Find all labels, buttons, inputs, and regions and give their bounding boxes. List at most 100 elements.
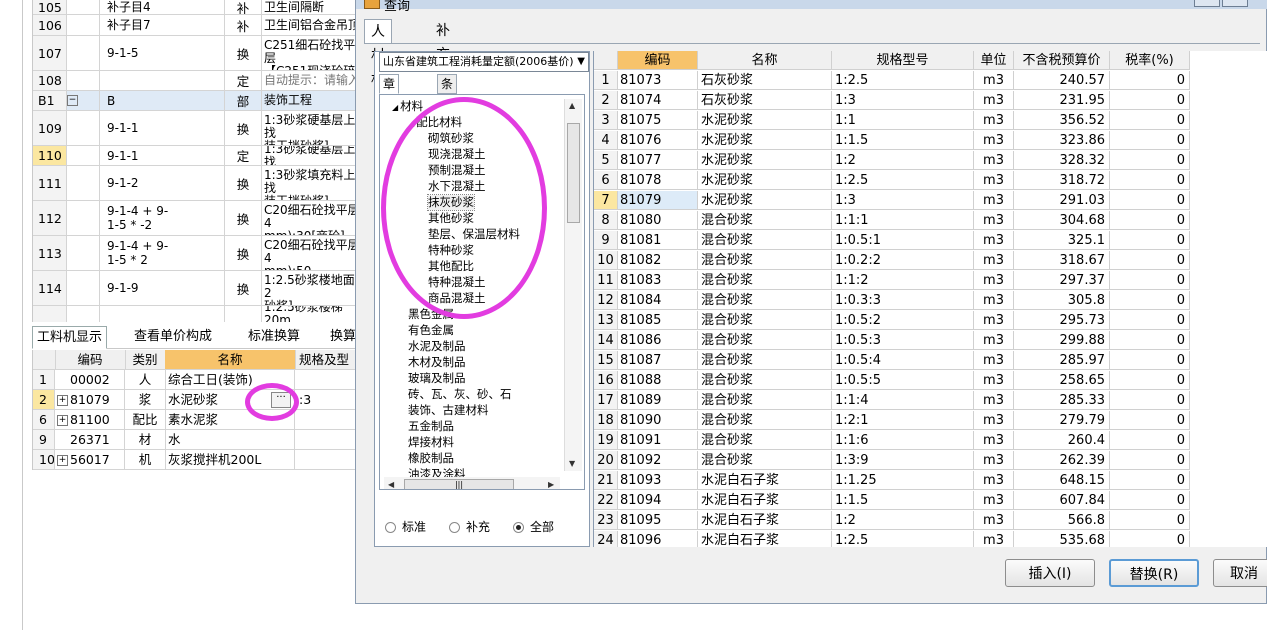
scroll-up-icon[interactable]: ▲ bbox=[569, 101, 575, 110]
budget-row[interactable]: 112 9-1-4 + 9- 1-5 * -2换C20细石砼找平层4 mm):30… bbox=[33, 201, 363, 236]
material-row[interactable]: 12 81084 混合砂浆 1:0.3:3 m3 305.8 0 bbox=[594, 291, 1267, 311]
material-row[interactable]: 11 81083 混合砂浆 1:1:2 m3 297.37 0 bbox=[594, 271, 1267, 291]
material-row[interactable]: 8 81080 混合砂浆 1:1:1 m3 304.68 0 bbox=[594, 211, 1267, 231]
tree-node[interactable]: 木材及制品 bbox=[408, 355, 466, 370]
budget-row[interactable]: 107 9-1-5换C251细石砼找平层 【C251现浇砼碎石 bbox=[33, 36, 363, 71]
material-row[interactable]: 23 81095 水泥白石子浆 1:2 m3 566.8 0 bbox=[594, 511, 1267, 531]
col-header-code[interactable]: 编码 bbox=[55, 350, 126, 369]
radio-supplementary[interactable]: 补充 bbox=[449, 518, 490, 535]
tab-chapter-query[interactable]: 章节查询 bbox=[379, 74, 400, 145]
tree-node[interactable]: 有色金属 bbox=[408, 323, 454, 338]
col-header-unit[interactable]: 单位 bbox=[974, 51, 1014, 70]
minimize-button[interactable] bbox=[1194, 0, 1220, 7]
scroll-left-icon[interactable]: ◀ bbox=[388, 480, 394, 489]
budget-row[interactable]: 105 补子目4 补卫生间隔断 bbox=[33, 0, 363, 15]
material-row[interactable]: 17 81089 混合砂浆 1:1:4 m3 285.33 0 bbox=[594, 391, 1267, 411]
col-header-name[interactable]: 名称 bbox=[165, 350, 296, 369]
col-header-spec[interactable]: 规格型号 bbox=[832, 51, 974, 70]
expand-icon[interactable]: + bbox=[57, 395, 68, 406]
tree-node[interactable]: 预制混凝土 bbox=[428, 163, 486, 178]
budget-row[interactable]: 114 9-1-9换1:2.5砂浆楼地面2 砂浆] bbox=[33, 271, 363, 306]
tree-node[interactable]: 现浇混凝土 bbox=[428, 147, 486, 162]
tree-node[interactable]: 抹灰砂浆 bbox=[427, 194, 475, 211]
material-row[interactable]: 15 81087 混合砂浆 1:0.5:4 m3 285.97 0 bbox=[594, 351, 1267, 371]
material-row[interactable]: 19 81091 混合砂浆 1:1:6 m3 260.4 0 bbox=[594, 431, 1267, 451]
tab-condition-query[interactable]: 条件查询 bbox=[437, 74, 458, 145]
tree-vertical-scrollbar[interactable]: ▲ ▼ bbox=[564, 99, 582, 471]
radio-standard[interactable]: 标准 bbox=[385, 518, 426, 535]
radio-all[interactable]: 全部 bbox=[513, 518, 554, 535]
col-header-name[interactable]: 名称 bbox=[698, 51, 832, 70]
material-row[interactable]: 5 81077 水泥砂浆 1:2 m3 328.32 0 bbox=[594, 151, 1267, 171]
material-row[interactable]: 24 81096 水泥白石子浆 1:2.5 m3 535.68 0 bbox=[594, 531, 1267, 547]
resource-row[interactable]: 2 +81079 浆水泥砂浆 ···:3 bbox=[33, 390, 363, 410]
scroll-down-icon[interactable]: ▼ bbox=[569, 459, 575, 468]
tree-node[interactable]: 装饰、古建材料 bbox=[408, 403, 489, 418]
cancel-button[interactable]: 取消 bbox=[1213, 559, 1267, 587]
tree-node[interactable]: 砖、瓦、灰、砂、石 bbox=[408, 387, 512, 402]
tab-resource-display[interactable]: 工料机显示 bbox=[32, 326, 108, 349]
tree-node[interactable]: 橡胶制品 bbox=[408, 451, 454, 466]
material-row[interactable]: 1 81073 石灰砂浆 1:2.5 m3 240.57 0 bbox=[594, 71, 1267, 91]
tab-unit-price-breakdown[interactable]: 查看单价构成 bbox=[130, 326, 216, 347]
expand-icon[interactable]: + bbox=[57, 415, 68, 426]
budget-row[interactable]: B1− B 部装饰工程 bbox=[33, 91, 363, 111]
tree-node[interactable]: 五金制品 bbox=[408, 419, 454, 434]
maximize-button[interactable] bbox=[1222, 0, 1248, 7]
material-row[interactable]: 7 81079 水泥砂浆 1:3 m3 291.03 0 bbox=[594, 191, 1267, 211]
tree-node[interactable]: 商品混凝土 bbox=[428, 291, 486, 306]
material-row[interactable]: 10 81082 混合砂浆 1:0.2:2 m3 318.67 0 bbox=[594, 251, 1267, 271]
material-row[interactable]: 4 81076 水泥砂浆 1:1.5 m3 323.86 0 bbox=[594, 131, 1267, 151]
col-header-spec[interactable]: 规格及型 bbox=[295, 350, 363, 369]
resource-row[interactable]: 9 26371 材水 bbox=[33, 430, 363, 450]
material-row[interactable]: 22 81094 水泥白石子浆 1:1.5 m3 607.84 0 bbox=[594, 491, 1267, 511]
tree-node[interactable]: 黑色金属 bbox=[408, 307, 454, 322]
tab-standard-conversion[interactable]: 标准换算 bbox=[244, 326, 304, 347]
tree-node[interactable]: 砌筑砂浆 bbox=[428, 131, 474, 146]
tree-horizontal-scrollbar[interactable]: ◀ ||| ▶ bbox=[384, 477, 560, 489]
col-header-type[interactable]: 类别 bbox=[125, 350, 166, 369]
budget-row[interactable]: 110 9-1-1 定 1:3砂浆硬基层上找 bbox=[33, 146, 363, 166]
material-row[interactable]: 13 81085 混合砂浆 1:0.5:2 m3 295.73 0 bbox=[594, 311, 1267, 331]
col-header-price[interactable]: 不含税预算价 bbox=[1014, 51, 1110, 70]
insert-button[interactable]: 插入(I) bbox=[1005, 559, 1095, 587]
tree-expand-icon[interactable]: ◢ bbox=[392, 103, 398, 112]
material-row[interactable]: 21 81093 水泥白石子浆 1:1.25 m3 648.15 0 bbox=[594, 471, 1267, 491]
replace-button[interactable]: 替换(R) bbox=[1109, 559, 1199, 587]
collapse-icon[interactable]: − bbox=[67, 95, 78, 106]
material-row[interactable]: 2 81074 石灰砂浆 1:3 m3 231.95 0 bbox=[594, 91, 1267, 111]
col-header-tax[interactable]: 税率(%) bbox=[1110, 51, 1190, 70]
col-header-code[interactable]: 编码 bbox=[618, 51, 698, 70]
resource-row[interactable]: 6 +81100 配比 素水泥浆 bbox=[33, 410, 363, 430]
budget-row[interactable]: 108 定自动提示：请输入 bbox=[33, 71, 363, 91]
budget-row[interactable]: 1:2.5砂浆楼梯20m bbox=[33, 306, 363, 322]
tree-horizontal-scroll-thumb[interactable]: ||| bbox=[404, 479, 514, 489]
quota-library-select[interactable]: 山东省建筑工程消耗量定额(2006基价) ▼ bbox=[379, 52, 589, 72]
material-row[interactable]: 3 81075 水泥砂浆 1:1 m3 356.52 0 bbox=[594, 111, 1267, 131]
budget-row[interactable]: 113 9-1-4 + 9- 1-5 * 2换C20细石砼找平层4 mm):50 bbox=[33, 236, 363, 271]
tree-node[interactable]: 焊接材料 bbox=[408, 435, 454, 450]
tree-vertical-scroll-thumb[interactable] bbox=[567, 123, 580, 223]
material-row[interactable]: 14 81086 混合砂浆 1:0.5:3 m3 299.88 0 bbox=[594, 331, 1267, 351]
tree-node[interactable]: ◢ 配比材料 bbox=[408, 115, 462, 131]
tab-materials[interactable]: 人材机 bbox=[364, 19, 392, 88]
tab-supplementary-materials[interactable]: 补充人材机 bbox=[430, 19, 456, 135]
budget-row[interactable]: 111 9-1-2换1:3砂浆填充料上找 装干拌砂浆] bbox=[33, 166, 363, 201]
tree-node[interactable]: 垫层、保温层材料 bbox=[428, 227, 520, 242]
resource-row[interactable]: 1 00002 人综合工日(装饰) bbox=[33, 370, 363, 390]
material-row[interactable]: 18 81090 混合砂浆 1:2:1 m3 279.79 0 bbox=[594, 411, 1267, 431]
material-row[interactable]: 9 81081 混合砂浆 1:0.5:1 m3 325.1 0 bbox=[594, 231, 1267, 251]
more-options-button[interactable]: ··· bbox=[271, 392, 291, 408]
tree-node[interactable]: 水下混凝土 bbox=[428, 179, 486, 194]
resource-row[interactable]: 10 +56017 机灰浆搅拌机200L bbox=[33, 450, 363, 470]
tree-node[interactable]: 水泥及制品 bbox=[408, 339, 466, 354]
tree-node[interactable]: 特种混凝土 bbox=[428, 275, 486, 290]
material-row[interactable]: 6 81078 水泥砂浆 1:2.5 m3 318.72 0 bbox=[594, 171, 1267, 191]
budget-row[interactable]: 106 补子目7 补卫生间铝合金吊顶 bbox=[33, 15, 363, 36]
tree-node[interactable]: 特种砂浆 bbox=[428, 243, 474, 258]
scroll-right-icon[interactable]: ▶ bbox=[548, 480, 554, 489]
material-row[interactable]: 20 81092 混合砂浆 1:3:9 m3 262.39 0 bbox=[594, 451, 1267, 471]
tree-node[interactable]: 其他砂浆 bbox=[428, 211, 474, 226]
tree-expand-icon[interactable]: ◢ bbox=[408, 119, 414, 128]
expand-icon[interactable]: + bbox=[57, 455, 68, 466]
